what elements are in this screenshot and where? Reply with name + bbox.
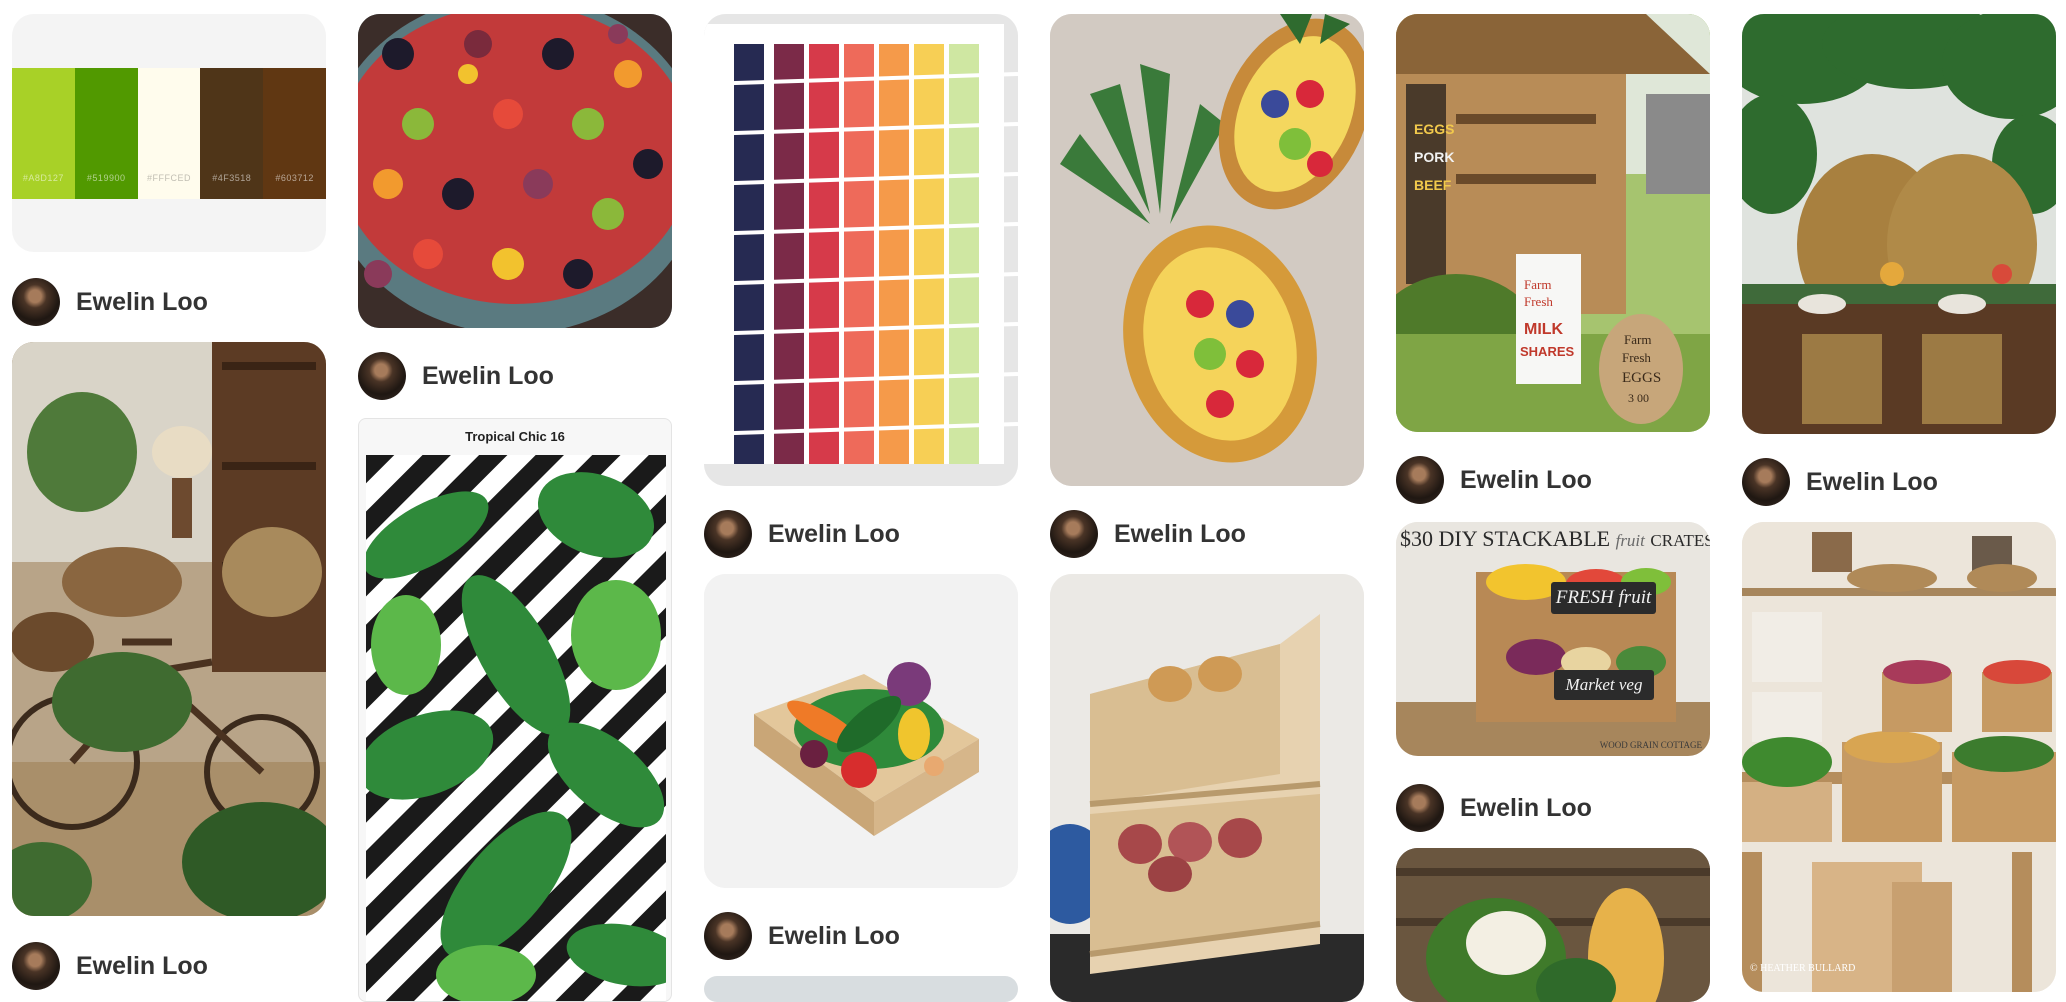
swatch-code-1: #A8D127 [22, 173, 64, 183]
author-name: Ewelin Loo [1460, 793, 1592, 822]
pork-text: PORK [1414, 149, 1454, 165]
pin-author[interactable]: Ewelin Loo [1396, 784, 1592, 832]
fresh-fruit-sign: FRESH fruit [1551, 582, 1656, 614]
beef-text: BEEF [1414, 177, 1452, 193]
milk-sign-shares: SHARES [1520, 344, 1575, 359]
cauliflower-image [1396, 848, 1710, 1002]
tropical-table-image [1742, 14, 2056, 434]
author-avatar [704, 510, 752, 558]
pin-stacked-bins[interactable] [1050, 574, 1364, 1002]
author-name: Ewelin Loo [768, 519, 900, 548]
author-avatar [12, 278, 60, 326]
author-name: Ewelin Loo [1114, 519, 1246, 548]
headline-main: $30 DIY STACKABLE [1400, 526, 1611, 551]
pin-pineapple-boats[interactable] [1050, 14, 1364, 486]
pin-farm-stand[interactable]: EGGS PORK BEEF Farm Fresh MILK SHARES Fa… [1396, 14, 1710, 432]
eggs-sign-farm: Farm [1624, 332, 1651, 347]
author-avatar [1742, 458, 1790, 506]
swatch-code-4: #4F3518 [212, 173, 252, 183]
author-name: Ewelin Loo [422, 361, 554, 390]
rainbow-skewers-image [704, 14, 1018, 486]
toy-veggies-image [704, 574, 1018, 888]
eggs-sign-eggs: EGGS [1622, 370, 1661, 386]
pin-partial[interactable] [704, 976, 1018, 1002]
swatch-code-2: #519900 [86, 173, 126, 183]
pin-author[interactable]: Ewelin Loo [358, 352, 554, 400]
headline-end: CRATES [1650, 531, 1710, 550]
milk-sign-milk: MILK [1524, 321, 1564, 338]
fruit-salad-image [358, 14, 672, 328]
swatch-3: #FFFCED [137, 68, 201, 199]
pin-author[interactable]: Ewelin Loo [1050, 510, 1246, 558]
swatch-2: #519900 [74, 68, 138, 199]
tropical-pattern-image [366, 455, 666, 1001]
milk-sign-farm: Farm [1524, 277, 1551, 292]
pin-author[interactable]: Ewelin Loo [704, 510, 900, 558]
pin-author[interactable]: Ewelin Loo [12, 278, 208, 326]
pin-author[interactable]: Ewelin Loo [704, 912, 900, 960]
eggs-sign-fresh: Fresh [1622, 350, 1651, 365]
pineapple-boats-image [1050, 14, 1364, 486]
pin-bicycle-room[interactable] [12, 342, 326, 916]
pin-toy-veggies[interactable] [704, 574, 1018, 888]
swatch-4: #4F3518 [200, 68, 264, 199]
author-avatar [12, 942, 60, 990]
eggs-sign-price: 3 00 [1628, 391, 1649, 405]
swatch-1: #A8D127 [12, 68, 75, 199]
author-name: Ewelin Loo [1460, 465, 1592, 494]
swatch-code-5: #603712 [275, 173, 314, 183]
diy-crates-watermark: WOOD GRAIN COTTAGE [1599, 740, 1702, 750]
farm-stand-image: EGGS PORK BEEF Farm Fresh MILK SHARES Fa… [1396, 14, 1710, 432]
pin-market-display[interactable]: © HEATHER BULLARD [1742, 522, 2056, 992]
diy-crates-headline: $30 DIY STACKABLE fruit CRATES [1400, 526, 1710, 552]
author-avatar [358, 352, 406, 400]
pin-tropical-pattern[interactable]: Tropical Chic 16 [358, 418, 672, 1002]
pin-cauliflower[interactable] [1396, 848, 1710, 1002]
diy-crates-image [1396, 522, 1710, 756]
pin-color-palette[interactable]: #A8D127 #519900 #FFFCED #4F3518 #603712 [12, 14, 326, 252]
eggs-text: EGGS [1414, 121, 1454, 137]
market-display-image [1742, 522, 2056, 992]
market-watermark: © HEATHER BULLARD [1750, 963, 1856, 974]
milk-sign-fresh: Fresh [1524, 294, 1553, 309]
pin-author[interactable]: Ewelin Loo [1396, 456, 1592, 504]
author-avatar [1396, 784, 1444, 832]
author-name: Ewelin Loo [1806, 467, 1938, 496]
pin-fruit-salad[interactable] [358, 14, 672, 328]
market-veg-sign: Market veg [1554, 670, 1654, 700]
color-swatches: #A8D127 #519900 #FFFCED #4F3518 #603712 [12, 68, 326, 199]
pattern-title: Tropical Chic 16 [465, 429, 565, 444]
author-name: Ewelin Loo [76, 287, 208, 316]
author-name: Ewelin Loo [76, 951, 208, 980]
swatch-5: #603712 [263, 68, 326, 199]
pin-rainbow-skewers[interactable] [704, 14, 1018, 486]
swatch-code-3: #FFFCED [146, 173, 191, 183]
author-avatar [1396, 456, 1444, 504]
author-avatar [1050, 510, 1098, 558]
pin-author[interactable]: Ewelin Loo [1742, 458, 1938, 506]
author-avatar [704, 912, 752, 960]
bicycle-room-image [12, 342, 326, 916]
pin-author[interactable]: Ewelin Loo [12, 942, 208, 990]
pin-diy-crates[interactable]: $30 DIY STACKABLE fruit CRATES FRESH fru… [1396, 522, 1710, 756]
stacked-bins-image [1050, 574, 1364, 1002]
author-name: Ewelin Loo [768, 921, 900, 950]
pin-tropical-table[interactable] [1742, 14, 2056, 434]
